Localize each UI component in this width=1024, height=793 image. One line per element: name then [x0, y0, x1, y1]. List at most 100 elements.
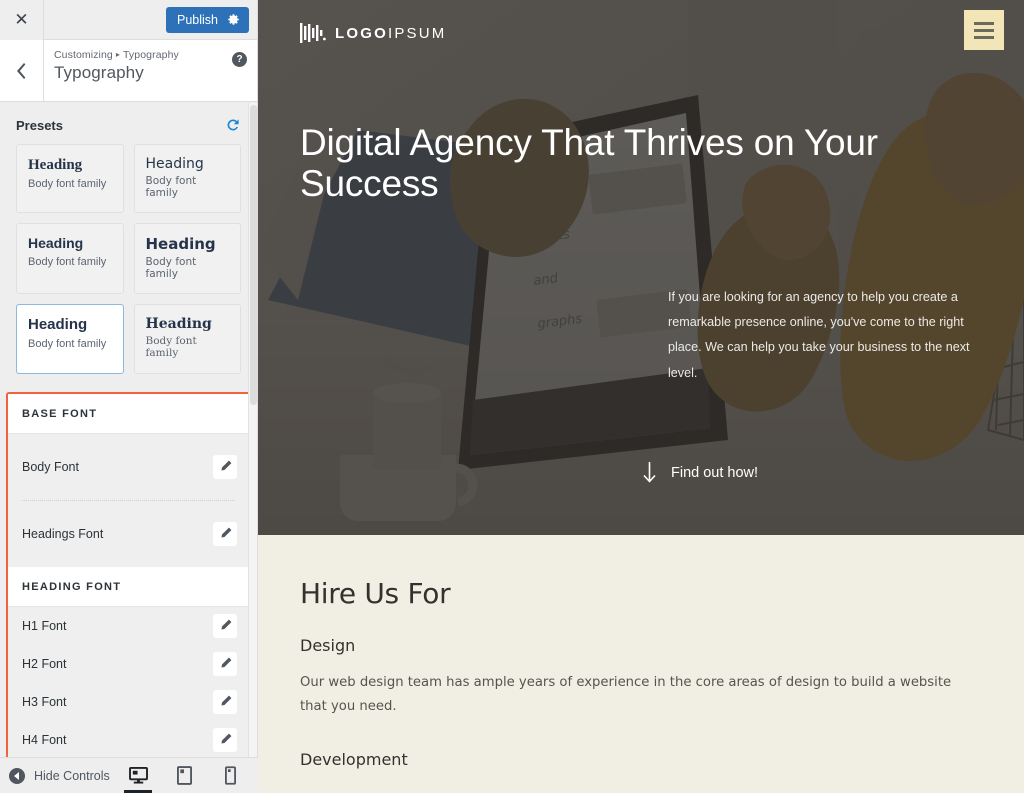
preset-body-sample: Body font family [28, 177, 107, 190]
help-label: ? [236, 54, 243, 65]
pencil-icon [220, 460, 231, 471]
pencil-icon [220, 695, 231, 706]
hamburger-menu-icon-bar [974, 28, 994, 32]
preset-card[interactable]: Heading Body font family [133, 304, 241, 374]
preset-heading-sample: Heading [145, 316, 212, 333]
desktop-icon [128, 767, 148, 784]
font-row-label: H4 Font [22, 732, 67, 747]
hide-controls-button[interactable]: Hide Controls [0, 767, 124, 784]
preset-heading-sample: Heading [145, 156, 204, 172]
breadcrumb-root[interactable]: Customizing [54, 49, 113, 61]
preset-heading-sample: Heading [28, 157, 83, 173]
block-text-design: Our web design team has ample years of e… [300, 675, 952, 715]
font-row-body-font[interactable]: Body Font [8, 433, 249, 500]
hero-content: LOGOIPSUM Digital Agency That Thrives on… [258, 0, 1024, 535]
highlighted-font-settings: BASE FONT Body Font Headings Font HEADIN… [6, 391, 251, 757]
header-text: Customizing ▸ Typography Typography [44, 40, 257, 101]
presets-title: Presets [16, 117, 63, 133]
chevron-left-icon [16, 62, 25, 79]
logo-light-part: IPSUM [387, 24, 447, 42]
preset-heading-sample: Heading [28, 316, 88, 334]
tablet-icon [176, 766, 192, 785]
preset-card[interactable]: Heading Body font family [133, 144, 241, 214]
reset-icon[interactable] [225, 117, 241, 133]
logo-bold-part: LOGO [335, 24, 388, 42]
find-out-how-label: Find out how! [671, 465, 759, 481]
edit-h4-font-button[interactable] [213, 727, 237, 752]
preset-heading-sample: Heading [145, 235, 216, 254]
sidebar-bottom-bar: Hide Controls [0, 757, 258, 793]
block-heading-design: Design [300, 636, 356, 655]
hide-controls-label: Hide Controls [34, 768, 110, 783]
font-row-h3-font[interactable]: H3 Font [8, 682, 249, 721]
sidebar-scrollbar[interactable] [248, 103, 257, 757]
gear-icon[interactable] [227, 13, 240, 26]
site-logo[interactable]: LOGOIPSUM [300, 22, 446, 44]
edit-h3-font-button[interactable] [213, 689, 237, 714]
pencil-icon [220, 657, 231, 668]
device-tablet-button[interactable] [170, 758, 198, 793]
section-title-heading-font: HEADING FONT [8, 566, 249, 607]
pencil-icon [220, 619, 231, 630]
site-preview-frame[interactable]: use relevant charts and graphs [258, 0, 1024, 793]
hire-us-section: Hire Us For Design Our web design team h… [258, 535, 1024, 769]
font-row-label: Body Font [22, 459, 79, 474]
publish-button[interactable]: Publish [166, 6, 249, 33]
customizer-sidebar: ✕ Publish Customizing ▸ Typography Typog… [0, 0, 258, 793]
arrow-down-icon [643, 462, 656, 483]
help-icon[interactable]: ? [232, 52, 247, 67]
font-row-label: H3 Font [22, 694, 67, 709]
block-heading-development: Development [300, 749, 408, 769]
sidebar-scrollbar-thumb[interactable] [250, 105, 257, 405]
device-desktop-button[interactable] [124, 758, 152, 793]
edit-headings-font-button[interactable] [213, 521, 237, 546]
hamburger-menu-button[interactable] [964, 10, 1004, 50]
close-icon: ✕ [14, 10, 29, 29]
edit-h2-font-button[interactable] [213, 651, 237, 676]
font-row-h2-font[interactable]: H2 Font [8, 644, 249, 683]
presets-grid: Heading Body font family Heading Body fo… [16, 144, 241, 374]
hero-section: use relevant charts and graphs [258, 0, 1024, 535]
preset-body-sample: Body font family [28, 255, 107, 268]
close-customizer-button[interactable]: ✕ [0, 0, 44, 40]
breadcrumb-separator: ▸ [115, 50, 120, 59]
edit-body-font-button[interactable] [213, 454, 237, 479]
preset-body-sample: Body font family [28, 337, 107, 350]
font-row-h4-font[interactable]: H4 Font [8, 720, 249, 757]
preset-card[interactable]: Heading Body font family [16, 144, 124, 214]
hero-paragraph: If you are looking for an agency to help… [668, 290, 970, 380]
preset-body-sample: Body font family [145, 255, 197, 280]
section-title: Hire Us For [300, 577, 451, 610]
bars-logo-icon [300, 23, 326, 43]
edit-h1-font-button[interactable] [213, 613, 237, 638]
sidebar-header: Customizing ▸ Typography Typography ? [0, 40, 257, 102]
font-row-headings-font[interactable]: Headings Font [8, 500, 249, 567]
find-out-how-link[interactable]: Find out how! [643, 462, 758, 484]
mobile-icon [224, 766, 236, 785]
back-button[interactable] [0, 40, 44, 101]
font-row-h1-font[interactable]: H1 Font [8, 606, 249, 645]
pencil-icon [220, 527, 231, 538]
device-mobile-button[interactable] [216, 758, 244, 793]
font-row-label: H2 Font [22, 656, 67, 671]
logo-text: LOGOIPSUM [335, 25, 446, 42]
preset-body-sample: Body font family [145, 175, 197, 199]
device-preview-buttons [124, 758, 258, 793]
sidebar-scroll-body: Presets Heading Body font family Heading… [0, 103, 257, 757]
preset-card[interactable]: Heading Body font family [16, 223, 124, 295]
sidebar-topbar: ✕ Publish [0, 0, 257, 40]
triangle-left-icon [14, 771, 19, 780]
hero-title: Digital Agency That Thrives on Your Succ… [300, 122, 878, 205]
preset-heading-sample: Heading [28, 235, 84, 252]
presets-section: Presets Heading Body font family Heading… [0, 103, 257, 374]
pencil-icon [220, 733, 231, 744]
preset-card-selected[interactable]: Heading Body font family [16, 304, 124, 374]
preset-body-sample: Body font family [145, 335, 197, 360]
publish-label: Publish [177, 12, 218, 27]
breadcrumb-current: Typography [123, 49, 179, 61]
preset-card[interactable]: Heading Body font family [133, 223, 241, 295]
font-row-label: Headings Font [22, 526, 104, 541]
font-row-label: H1 Font [22, 618, 67, 633]
hide-controls-icon [9, 767, 25, 784]
page-title: Typography [54, 63, 144, 82]
